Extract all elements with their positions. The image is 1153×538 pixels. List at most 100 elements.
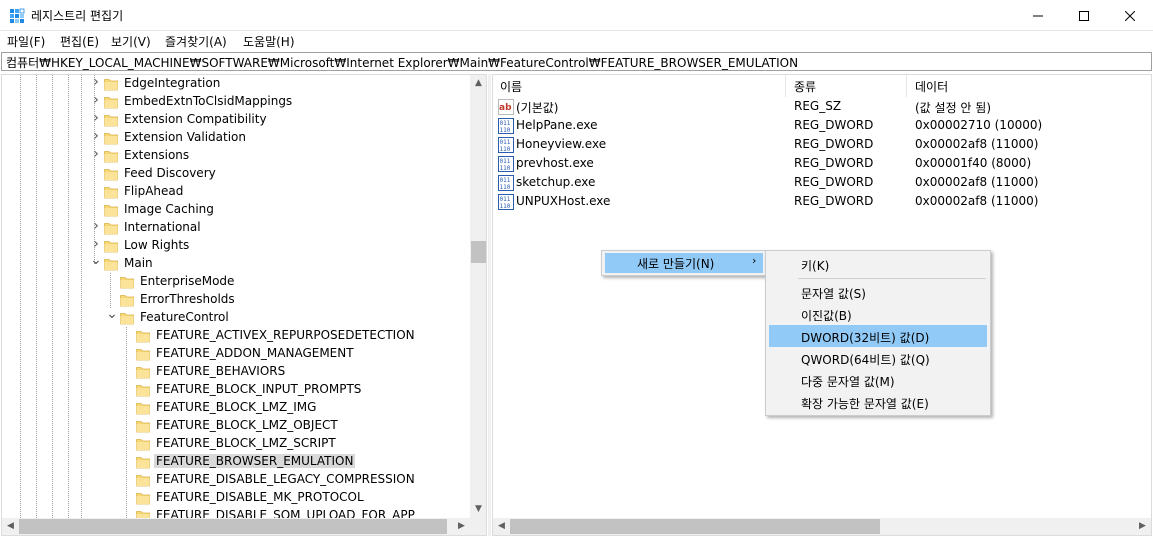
value-row[interactable]: 011 110 UNPUXHost.exe REG_DWORD 0x00002af8 (… <box>493 192 1151 211</box>
column-header-data[interactable]: 데이터 <box>908 75 1151 97</box>
tree-horizontal-scrollbar[interactable]: ◀ ▶ <box>2 518 486 535</box>
menu-help[interactable]: 도움말(H) <box>243 33 295 50</box>
tree-item[interactable]: FEATURE_BLOCK_LMZ_IMG <box>2 399 468 417</box>
tree-item-label: FEATURE_DISABLE_MK_PROTOCOL <box>156 490 364 504</box>
svg-text:011: 011 <box>500 120 511 127</box>
chevron-down-icon[interactable]: ⌄ <box>90 252 102 268</box>
menu-view[interactable]: 보기(V) <box>111 33 151 50</box>
value-type: REG_DWORD <box>794 175 874 189</box>
tree-item[interactable]: › Extension Validation <box>2 128 468 147</box>
folder-icon <box>120 313 134 325</box>
value-row[interactable]: 011 110 prevhost.exe REG_DWORD 0x00001f40 (8… <box>493 154 1151 173</box>
tree-item-label: FEATURE_BLOCK_LMZ_IMG <box>156 400 317 414</box>
address-bar[interactable]: 컴퓨터₩HKEY_LOCAL_MACHINE₩SOFTWARE₩Microsof… <box>1 52 1152 71</box>
tree-vertical-scrollbar[interactable]: ▲ ▼ <box>470 75 486 518</box>
svg-text:110: 110 <box>500 127 511 134</box>
tree-item[interactable]: FEATURE_ACTIVEX_REPURPOSEDETECTION <box>2 327 468 345</box>
tree-item[interactable]: › Extension Compatibility <box>2 110 468 129</box>
menu-file[interactable]: 파일(F) <box>7 33 45 50</box>
value-row[interactable]: 011 110 Honeyview.exe REG_DWORD 0x00002af8 (… <box>493 135 1151 154</box>
tree-item[interactable]: ErrorThresholds <box>2 291 468 309</box>
folder-icon <box>104 259 118 271</box>
chevron-right-icon[interactable]: › <box>90 236 102 252</box>
tree-item[interactable]: Feed Discovery <box>2 165 468 183</box>
submenu-separator <box>798 278 986 279</box>
tree-vertical-scroll-thumb[interactable] <box>471 241 486 263</box>
tree-item-label: Extension Validation <box>124 130 246 144</box>
scroll-up-arrow-icon[interactable]: ▲ <box>470 75 486 92</box>
tree-item[interactable]: FEATURE_BLOCK_LMZ_SCRIPT <box>2 435 468 453</box>
tree-item[interactable]: › Extensions <box>2 146 468 165</box>
chevron-right-icon[interactable]: › <box>90 110 102 126</box>
scroll-down-arrow-icon[interactable]: ▼ <box>470 501 486 518</box>
minimize-button[interactable] <box>1015 0 1061 31</box>
value-name: prevhost.exe <box>516 156 594 170</box>
tree-item[interactable]: ⌄ Main <box>2 252 468 273</box>
submenu-item-dword-value[interactable]: DWORD(32비트) 값(D) <box>769 325 987 347</box>
value-name: Honeyview.exe <box>516 137 607 151</box>
binary-value-icon: 011110 <box>498 156 514 172</box>
tree-item[interactable]: › International <box>2 218 468 237</box>
chevron-right-icon[interactable]: › <box>90 92 102 108</box>
tree-item-label: Low Rights <box>124 238 190 252</box>
menu-edit[interactable]: 편집(E) <box>60 33 99 50</box>
column-header-type[interactable]: 종류 <box>787 75 907 97</box>
tree-item[interactable]: FEATURE_BLOCK_INPUT_PROMPTS <box>2 381 468 399</box>
close-button[interactable] <box>1107 0 1153 31</box>
submenu-item-binary-value[interactable]: 이진값(B) <box>769 303 987 325</box>
tree-item-label: Feed Discovery <box>124 166 216 180</box>
tree-item[interactable]: › EmbedExtnToClsidMappings <box>2 92 468 111</box>
maximize-button[interactable] <box>1061 0 1107 31</box>
chevron-right-icon[interactable]: › <box>90 128 102 144</box>
folder-icon <box>104 169 118 181</box>
tree-item[interactable]: FlipAhead <box>2 183 468 201</box>
tree-item[interactable]: FEATURE_DISABLE_MK_PROTOCOL <box>2 489 468 507</box>
scroll-left-arrow-icon[interactable]: ◀ <box>2 518 19 535</box>
submenu-item-label: 문자열 값(S) <box>801 287 866 301</box>
tree-item[interactable]: EnterpriseMode <box>2 273 468 291</box>
chevron-right-icon[interactable]: › <box>90 146 102 162</box>
folder-icon <box>136 421 150 433</box>
value-row[interactable]: 011 110 sketchup.exe REG_DWORD 0x00002af8 (1… <box>493 173 1151 192</box>
scroll-right-arrow-icon[interactable]: ▶ <box>453 518 470 535</box>
value-name: HelpPane.exe <box>516 118 598 132</box>
submenu-item-string-value[interactable]: 문자열 값(S) <box>769 281 987 303</box>
column-header-name[interactable]: 이름 <box>493 75 786 97</box>
tree-item-label: FEATURE_BLOCK_LMZ_SCRIPT <box>156 436 336 450</box>
chevron-right-icon[interactable]: › <box>90 75 102 90</box>
tree-item[interactable]: › Low Rights <box>2 236 468 255</box>
submenu-item-multi-string-value[interactable]: 다중 문자열 값(M) <box>769 369 987 391</box>
tree-item[interactable]: FEATURE_BEHAVIORS <box>2 363 468 381</box>
chevron-down-icon[interactable]: ⌄ <box>106 306 118 322</box>
folder-icon <box>104 97 118 109</box>
scroll-right-arrow-icon[interactable]: ▶ <box>1134 518 1151 535</box>
folder-icon <box>104 205 118 217</box>
chevron-right-icon[interactable]: › <box>90 218 102 234</box>
tree-item[interactable]: FEATURE_BLOCK_LMZ_OBJECT <box>2 417 468 435</box>
pane-splitter[interactable] <box>488 74 491 536</box>
svg-text:110: 110 <box>500 184 511 191</box>
list-horizontal-scrollbar[interactable]: ◀ ▶ <box>493 518 1151 535</box>
tree-item[interactable]: ⌄ FeatureControl <box>2 306 468 327</box>
value-data: 0x00001f40 (8000) <box>915 156 1032 170</box>
tree-item[interactable]: FEATURE_DISABLE_LEGACY_COMPRESSION <box>2 471 468 489</box>
tree-item[interactable]: FEATURE_ADDON_MANAGEMENT <box>2 345 468 363</box>
tree-item-label: Extensions <box>124 148 190 162</box>
window-title: 레지스트리 편집기 <box>31 9 124 23</box>
folder-icon <box>136 349 150 361</box>
submenu-item-key[interactable]: 키(K) <box>769 253 987 275</box>
tree-item-label: Image Caching <box>124 202 214 216</box>
list-horizontal-scroll-thumb[interactable] <box>510 519 880 534</box>
tree-horizontal-scroll-thumb[interactable] <box>19 519 447 534</box>
submenu-item-qword-value[interactable]: QWORD(64비트) 값(Q) <box>769 347 987 369</box>
value-row[interactable]: 011 110 HelpPane.exe REG_DWORD 0x00002710 (1… <box>493 116 1151 135</box>
value-row[interactable]: ab (기본값) REG_SZ (값 설정 안 됨) <box>493 97 1151 116</box>
tree-item[interactable]: FEATURE_BROWSER_EMULATION <box>2 453 468 471</box>
svg-text:011: 011 <box>500 139 511 146</box>
submenu-item-expandable-string-value[interactable]: 확장 가능한 문자열 값(E) <box>769 391 987 413</box>
menu-favorites[interactable]: 즐겨찾기(A) <box>165 33 227 50</box>
key-tree-pane[interactable]: › EdgeIntegration › EmbedExtnToClsidMapping… <box>1 74 487 536</box>
tree-item[interactable]: › EdgeIntegration <box>2 75 468 93</box>
scroll-left-arrow-icon[interactable]: ◀ <box>493 518 510 535</box>
tree-item[interactable]: Image Caching <box>2 201 468 219</box>
